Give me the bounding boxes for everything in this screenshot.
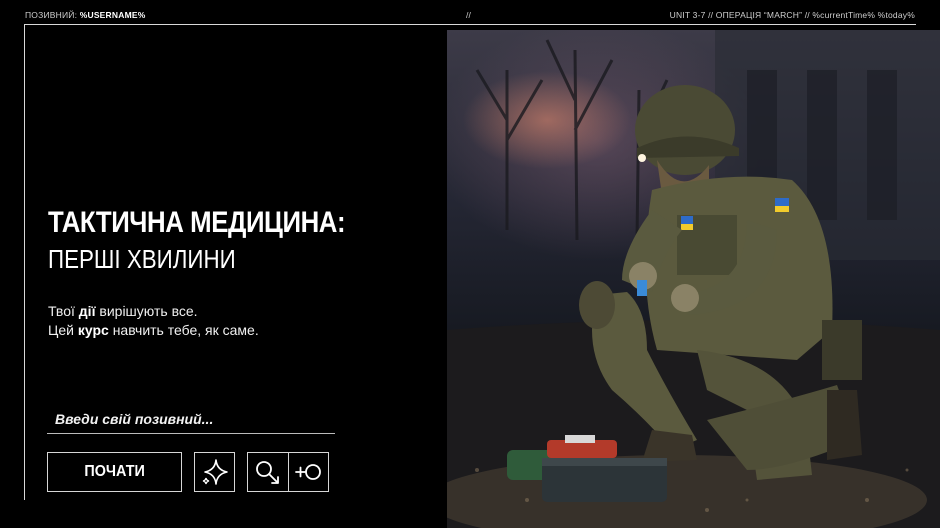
topbar-separator: // bbox=[466, 10, 472, 20]
start-button[interactable]: ПОЧАТИ bbox=[47, 452, 182, 492]
frame-top-line bbox=[24, 24, 916, 25]
desc-text: Цей bbox=[48, 322, 78, 338]
callsign-input[interactable] bbox=[47, 404, 335, 434]
male-option-button[interactable] bbox=[248, 453, 289, 491]
sparkle-icon bbox=[202, 459, 228, 485]
callsign-value: %USERNAME% bbox=[79, 10, 146, 20]
callsign-label: ПОЗИВНИЙ: bbox=[25, 10, 78, 20]
gender-selector bbox=[247, 452, 329, 492]
desc-text: Твої bbox=[48, 303, 79, 319]
top-status-bar: ПОЗИВНИЙ: %USERNAME% // UNIT 3-7 // ОПЕР… bbox=[0, 0, 940, 26]
desc-text: навчить тебе, як саме. bbox=[108, 322, 259, 338]
frame-left-line bbox=[24, 24, 25, 500]
course-subtitle: ПЕРШІ ХВИЛИНИ bbox=[48, 244, 236, 274]
female-option-button[interactable] bbox=[288, 453, 328, 491]
description-line-1: Твої дії вирішують все. bbox=[48, 302, 259, 321]
male-symbol-icon bbox=[256, 461, 280, 484]
callsign-indicator: ПОЗИВНИЙ: %USERNAME% bbox=[25, 10, 145, 20]
desc-emphasis: дії bbox=[78, 303, 96, 319]
female-symbol-icon bbox=[294, 464, 321, 480]
description-line-2: Цей курс навчить тебе, як саме. bbox=[48, 321, 259, 340]
hero-image-soldier-medic bbox=[447, 30, 940, 528]
course-title: ТАКТИЧНА МЕДИЦИНА: bbox=[48, 206, 346, 239]
hero-illustration bbox=[447, 30, 940, 528]
operation-status: UNIT 3-7 // ОПЕРАЦІЯ “MARCH” // %current… bbox=[669, 10, 915, 20]
sparkle-button[interactable] bbox=[194, 452, 235, 492]
desc-emphasis: курс bbox=[77, 322, 109, 338]
desc-text: вирішують все. bbox=[95, 303, 198, 319]
start-button-label: ПОЧАТИ bbox=[84, 463, 145, 480]
course-description: Твої дії вирішують все. Цей курс навчить… bbox=[48, 302, 259, 340]
